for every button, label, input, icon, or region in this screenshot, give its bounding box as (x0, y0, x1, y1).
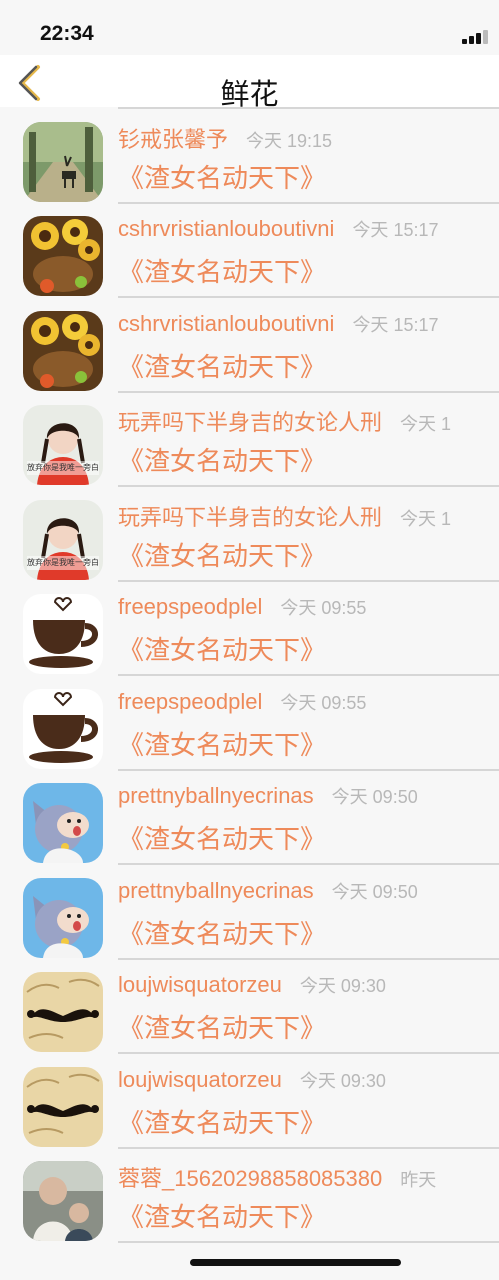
list-item[interactable]: 放弃你是我唯一旁白 玩弄吗下半身吉的女论人刑 今天 1 《渣女名动天下》 (0, 488, 499, 582)
message-text: 《渣女名动天下》 (118, 1108, 327, 1139)
timestamp: 今天 15:17 (352, 314, 439, 335)
timestamp: 今天 09:55 (280, 598, 367, 618)
message-text: 《渣女名动天下》 (118, 447, 327, 477)
message-text: 《渣女名动天下》 (118, 1203, 327, 1233)
user-name[interactable]: 玩弄吗下半身吉的女论人刑 (118, 410, 382, 435)
list-item[interactable]: cshrvristianlouboutivni 今天 15:17 《渣女名动天下》 (0, 204, 499, 298)
avatar[interactable] (23, 594, 103, 674)
timestamp: 今天 1 (400, 508, 452, 529)
name-line: 玩弄吗下半身吉的女论人刑 今天 1 (118, 405, 451, 437)
name-line: freepspeodplel 今天 09:55 (118, 689, 366, 715)
timestamp: 今天 1 (400, 414, 452, 434)
name-line: loujwisquatorzeu 今天 09:30 (118, 1067, 386, 1093)
list-item[interactable]: cshrvristianlouboutivni 今天 15:17 《渣女名动天下》 (0, 299, 499, 393)
timestamp: 今天 09:30 (299, 1070, 386, 1091)
user-name[interactable]: 玩弄吗下半身吉的女论人刑 (118, 505, 382, 530)
status-bar: 22:34 (0, 0, 499, 55)
signal-icon (462, 30, 492, 44)
home-indicator (190, 1259, 401, 1266)
list-item[interactable]: prettnyballnyecrinas 今天 09:50 《渣女名动天下》 (0, 771, 499, 865)
avatar[interactable] (23, 121, 103, 202)
timestamp: 今天 15:17 (352, 220, 439, 240)
user-name[interactable]: 蓉蓉_15620298858085380 (118, 1166, 382, 1191)
message-text: 《渣女名动天下》 (118, 730, 327, 761)
user-name[interactable]: cshrvristianlouboutivni (118, 216, 334, 241)
message-text: 《渣女名动天下》 (118, 825, 327, 855)
name-line: loujwisquatorzeu 今天 09:30 (118, 972, 386, 998)
timestamp: 今天 09:55 (280, 692, 367, 713)
name-line: 蓉蓉_15620298858085380 昨天 (118, 1161, 436, 1193)
avatar[interactable] (23, 310, 103, 391)
avatar[interactable] (23, 1066, 103, 1147)
user-name[interactable]: freepspeodplel (118, 689, 262, 714)
name-line: cshrvristianlouboutivni 今天 15:17 (118, 311, 438, 337)
avatar[interactable] (23, 877, 103, 958)
timestamp: 今天 09:30 (299, 976, 386, 996)
name-line: prettnyballnyecrinas 今天 09:50 (118, 783, 418, 809)
message-text: 《渣女名动天下》 (118, 258, 327, 288)
user-name[interactable]: prettnyballnyecrinas (118, 878, 314, 903)
flower-list[interactable]: 《渣女名动天下》钐戒张馨予今天 19:15《渣女名动天下》cshrvristia… (0, 55, 499, 1280)
avatar-caption: 放弃你是我唯一旁白 (27, 557, 99, 567)
name-line: prettnyballnyecrinas 今天 09:50 (118, 878, 418, 904)
user-name[interactable]: freepspeodplel (118, 594, 262, 619)
list-item[interactable]: loujwisquatorzeu 今天 09:30 《渣女名动天下》 (0, 1055, 499, 1149)
avatar[interactable] (23, 972, 103, 1052)
divider (118, 1241, 499, 1243)
user-name[interactable]: loujwisquatorzeu (118, 1067, 282, 1092)
message-text: 《渣女名动天下》 (118, 636, 327, 666)
avatar[interactable] (23, 783, 103, 863)
avatar[interactable]: 放弃你是我唯一旁白 (23, 499, 103, 580)
user-name[interactable]: 钐戒张馨予 (118, 127, 228, 152)
avatar[interactable] (23, 1161, 103, 1241)
list-item[interactable]: 钐戒张馨予 今天 19:15 《渣女名动天下》 (0, 110, 499, 204)
timestamp: 今天 19:15 (246, 130, 333, 151)
list-item[interactable]: freepspeodplel 今天 09:55 《渣女名动天下》 (0, 582, 499, 676)
avatar[interactable] (23, 688, 103, 769)
status-time: 22:34 (40, 22, 94, 45)
timestamp: 昨天 (400, 1170, 437, 1190)
avatar-caption: 放弃你是我唯一旁白 (27, 463, 99, 472)
name-line: 钐戒张馨予 今天 19:15 (118, 122, 332, 154)
timestamp: 今天 09:50 (331, 787, 418, 807)
message-text: 《渣女名动天下》 (118, 541, 327, 572)
user-name[interactable]: cshrvristianlouboutivni (118, 311, 334, 336)
list-item[interactable]: 放弃你是我唯一旁白 玩弄吗下半身吉的女论人刑 今天 1 《渣女名动天下》 (0, 393, 499, 487)
message-text: 《渣女名动天下》 (118, 352, 327, 383)
timestamp: 今天 09:50 (331, 881, 418, 902)
message-text: 《渣女名动天下》 (118, 919, 327, 950)
name-line: 玩弄吗下半身吉的女论人刑 今天 1 (118, 500, 451, 532)
navigation-bar: 鲜花 (0, 55, 499, 111)
list-item[interactable]: 蓉蓉_15620298858085380 昨天《渣女名动天下》 (0, 1149, 499, 1243)
list-item[interactable]: freepspeodplel 今天 09:55 《渣女名动天下》 (0, 677, 499, 771)
name-line: cshrvristianlouboutivni 今天 15:17 (118, 216, 438, 242)
list-item[interactable]: loujwisquatorzeu 今天 09:30 《渣女名动天下》 (0, 960, 499, 1054)
user-name[interactable]: loujwisquatorzeu (118, 972, 282, 997)
name-line: freepspeodplel 今天 09:55 (118, 594, 366, 620)
list-item[interactable]: prettnyballnyecrinas 今天 09:50 《渣女名动天下》 (0, 866, 499, 960)
message-text: 《渣女名动天下》 (118, 1014, 327, 1044)
page-title: 鲜花 (220, 77, 279, 111)
avatar[interactable] (23, 216, 103, 296)
avatar[interactable]: 放弃你是我唯一旁白 (23, 405, 103, 485)
message-text: 《渣女名动天下》 (118, 163, 327, 194)
user-name[interactable]: prettnyballnyecrinas (118, 783, 314, 808)
